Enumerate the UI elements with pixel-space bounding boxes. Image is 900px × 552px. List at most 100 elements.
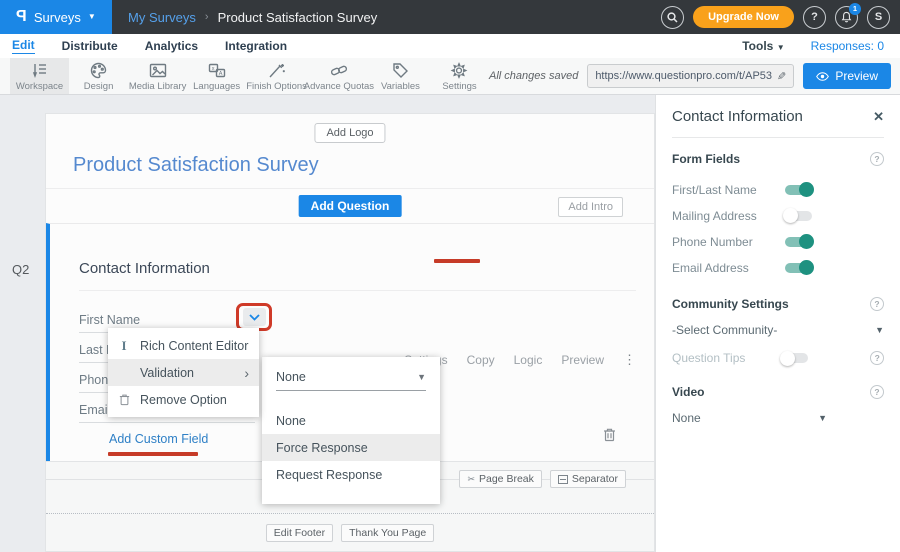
- validation-option-request-response[interactable]: Request Response: [262, 461, 440, 488]
- product-switcher[interactable]: P Surveys ▼: [0, 0, 112, 34]
- toolbar-label: Media Library: [129, 81, 187, 92]
- survey-url-field[interactable]: https://www.questionpro.com/t/AP53kZgUI …: [587, 64, 794, 88]
- tools-menu[interactable]: Tools ▼: [742, 39, 784, 53]
- toolbar-settings[interactable]: Settings: [430, 58, 489, 94]
- validation-option-none[interactable]: None: [262, 407, 440, 434]
- menu-item-label: Remove Option: [140, 393, 227, 407]
- menu-item-remove-option[interactable]: Remove Option: [108, 386, 259, 413]
- toolbar-media-library[interactable]: Media Library: [128, 58, 187, 94]
- toggle-email-address[interactable]: [785, 263, 812, 273]
- question-settings-sidebar: Contact Information ✕ Form Fields ? Firs…: [655, 95, 900, 552]
- svg-text:x: x: [211, 66, 214, 72]
- toggle-phone-number[interactable]: [785, 237, 812, 247]
- community-select[interactable]: -Select Community- ▼: [672, 323, 884, 337]
- question-mark-icon: ?: [811, 11, 818, 23]
- chevron-down-icon: ▼: [88, 13, 96, 21]
- toolbar-languages[interactable]: xA Languages: [187, 58, 246, 94]
- gear-icon: [450, 62, 468, 79]
- close-icon[interactable]: ✕: [873, 109, 884, 125]
- add-question-button[interactable]: Add Question: [299, 195, 402, 217]
- tab-analytics[interactable]: Analytics: [145, 39, 198, 53]
- video-heading: Video: [672, 385, 704, 399]
- toolbar-design[interactable]: Design: [69, 58, 128, 94]
- toolbar-finish-options[interactable]: Finish Options: [246, 58, 307, 94]
- question-action-copy[interactable]: Copy: [467, 353, 495, 367]
- toolbar-advance-quotas[interactable]: Advance Quotas: [307, 58, 371, 94]
- breadcrumb: My Surveys › Product Satisfaction Survey: [128, 10, 377, 25]
- tab-distribute[interactable]: Distribute: [62, 39, 118, 53]
- menu-item-validation[interactable]: Validation ›: [108, 359, 259, 386]
- tab-integration[interactable]: Integration: [225, 39, 287, 53]
- question-tips-row: Question Tips ?: [672, 351, 884, 365]
- separator-button[interactable]: Separator: [550, 470, 626, 488]
- validation-option-force-response[interactable]: Force Response: [262, 434, 440, 461]
- toggle-mailing-address[interactable]: [785, 211, 812, 221]
- eye-icon: [816, 72, 829, 81]
- more-options-icon[interactable]: ⋮: [623, 352, 636, 368]
- edit-footer-button[interactable]: Edit Footer: [266, 524, 333, 542]
- survey-title[interactable]: Product Satisfaction Survey: [73, 154, 319, 177]
- toggle-label: Mailing Address: [672, 209, 785, 223]
- toolbar-variables[interactable]: Variables: [371, 58, 430, 94]
- toolbar-label: Advance Quotas: [304, 81, 374, 92]
- help-icon[interactable]: ?: [870, 385, 884, 399]
- search-button[interactable]: [661, 6, 684, 29]
- page-break-button[interactable]: ✂ Page Break: [459, 470, 541, 488]
- footer-buttons: Edit Footer Thank You Page: [46, 524, 654, 542]
- toggle-row-first-last-name: First/Last Name: [672, 182, 884, 197]
- add-custom-field-link[interactable]: Add Custom Field: [109, 432, 208, 446]
- help-icon[interactable]: ?: [870, 297, 884, 311]
- toolbar-label: Variables: [381, 81, 420, 92]
- responses-count[interactable]: Responses: 0: [811, 39, 884, 53]
- avatar-initial: S: [875, 11, 882, 23]
- add-intro-button[interactable]: Add Intro: [558, 197, 623, 217]
- help-button[interactable]: ?: [803, 6, 826, 29]
- page-break-label: Page Break: [479, 473, 534, 485]
- separator-label: Separator: [572, 473, 618, 485]
- question-number: Q2: [12, 262, 29, 277]
- delete-question-button[interactable]: [603, 427, 616, 447]
- question-action-logic[interactable]: Logic: [514, 353, 543, 367]
- help-icon[interactable]: ?: [870, 351, 884, 365]
- upgrade-now-button[interactable]: Upgrade Now: [693, 6, 794, 28]
- separator-icon: [558, 475, 568, 484]
- design-palette-icon: [89, 62, 108, 79]
- thank-you-page-button[interactable]: Thank You Page: [341, 524, 434, 542]
- menu-item-rich-content-editor[interactable]: I Rich Content Editor: [108, 332, 259, 359]
- preview-button[interactable]: Preview: [803, 63, 891, 89]
- sidebar-title: Contact Information: [672, 108, 803, 125]
- validation-select[interactable]: None ▼: [276, 370, 426, 391]
- page-break-dotted-line: [46, 513, 654, 514]
- validation-selected-value: None: [276, 370, 306, 384]
- trash-icon: [116, 393, 132, 406]
- toolbar-right: All changes saved https://www.questionpr…: [489, 58, 900, 94]
- validation-options: None Force Response Request Response: [262, 407, 440, 488]
- annotation-underline-add-custom-field: [108, 452, 198, 456]
- toolbar-workspace[interactable]: Workspace: [10, 58, 69, 94]
- question-action-preview[interactable]: Preview: [561, 353, 604, 367]
- tab-edit[interactable]: Edit: [12, 38, 35, 54]
- toolbar-label: Finish Options: [246, 81, 307, 92]
- help-icon[interactable]: ?: [870, 152, 884, 166]
- add-logo-button[interactable]: Add Logo: [314, 123, 385, 143]
- toggle-first-last-name[interactable]: [785, 185, 812, 195]
- field-options-chevron-button[interactable]: [243, 308, 266, 326]
- autosave-status: All changes saved: [489, 70, 578, 82]
- subnav-right: Tools ▼ Responses: 0: [742, 39, 884, 53]
- chevron-right-icon: ›: [244, 366, 249, 380]
- video-select-value: None: [672, 411, 701, 425]
- toggle-question-tips[interactable]: [782, 353, 808, 363]
- toggle-row-email-address: Email Address: [672, 260, 884, 275]
- notifications-button[interactable]: 1: [835, 6, 858, 29]
- chevron-down-icon: [249, 314, 260, 321]
- tag-icon: [391, 62, 410, 79]
- edit-pencil-icon[interactable]: ✎: [777, 70, 786, 83]
- breadcrumb-current-survey: Product Satisfaction Survey: [218, 10, 378, 25]
- scissors-icon: ✂: [467, 474, 475, 485]
- question-title[interactable]: Contact Information: [79, 260, 210, 277]
- account-avatar[interactable]: S: [867, 6, 890, 29]
- toggle-knob: [780, 351, 795, 366]
- chevron-down-icon: ▼: [777, 43, 785, 52]
- breadcrumb-my-surveys[interactable]: My Surveys: [128, 10, 196, 25]
- video-select[interactable]: None ▼: [672, 411, 827, 425]
